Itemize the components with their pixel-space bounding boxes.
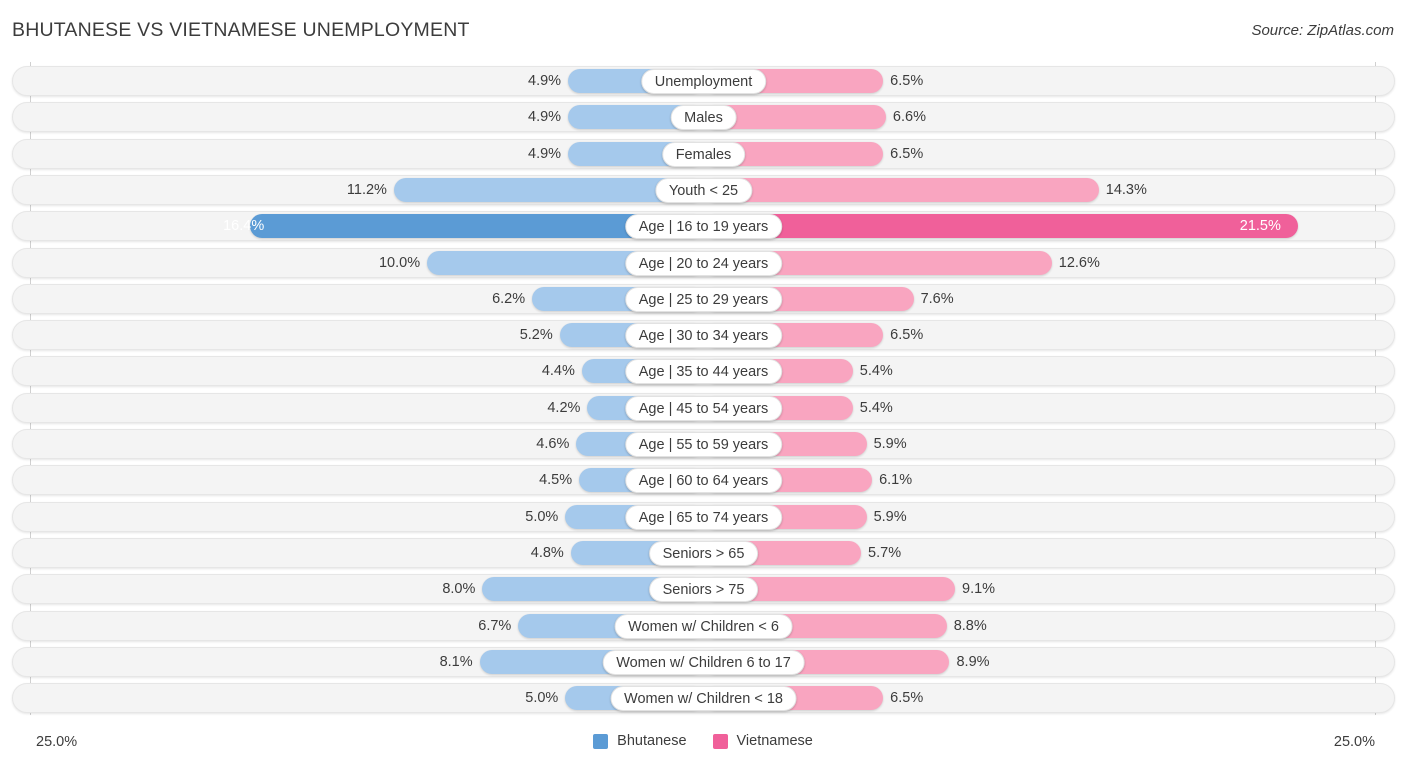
row-category-label: Age | 16 to 19 years (624, 214, 783, 240)
bar-value-vietnamese: 8.8% (953, 617, 987, 634)
row-category-label: Seniors > 65 (648, 540, 759, 566)
bar-value-bhutanese: 8.1% (439, 653, 473, 670)
row-category-label: Age | 60 to 64 years (624, 468, 783, 494)
legend-label-vietnamese: Vietnamese (736, 733, 813, 749)
bar-value-bhutanese: 5.0% (525, 508, 559, 525)
table-row[interactable]: 4.9% 6.5% Females (12, 138, 1395, 169)
bar-value-vietnamese: 6.5% (890, 327, 924, 344)
row-category-label: Females (661, 141, 746, 167)
table-row[interactable]: 4.8% 5.7% Seniors > 65 (12, 537, 1395, 568)
table-row[interactable]: 4.6% 5.9% Age | 55 to 59 years (12, 429, 1395, 459)
chart-header: BHUTANESE VS VIETNAMESE UNEMPLOYMENT Sou… (0, 0, 1406, 62)
bar-value-bhutanese: 4.6% (536, 436, 570, 452)
bar-value-bhutanese: 5.2% (519, 327, 553, 344)
bar-value-bhutanese: 16.4% (223, 218, 265, 235)
bar-value-bhutanese: 4.9% (528, 73, 562, 89)
bar-value-vietnamese: 6.5% (890, 73, 924, 89)
source-attribution: Source: ZipAtlas.com (1251, 22, 1394, 39)
row-category-label: Age | 20 to 24 years (624, 250, 783, 276)
bar-value-vietnamese: 9.1% (962, 581, 996, 598)
legend-label-bhutanese: Bhutanese (617, 733, 687, 749)
bar-value-bhutanese: 4.2% (547, 399, 581, 416)
bar-value-vietnamese: 5.4% (859, 363, 893, 380)
row-category-label: Age | 30 to 34 years (624, 323, 783, 349)
row-category-label: Age | 55 to 59 years (624, 432, 783, 457)
row-category-label: Women w/ Children < 18 (610, 686, 797, 712)
table-row[interactable]: 5.0% 5.9% Age | 65 to 74 years (12, 501, 1395, 532)
table-row[interactable]: 6.7% 8.8% Women w/ Children < 6 (12, 610, 1395, 641)
table-row[interactable]: 4.9% 6.5% Unemployment (12, 66, 1395, 96)
page-title: BHUTANESE VS VIETNAMESE UNEMPLOYMENT (12, 19, 470, 41)
bar-value-bhutanese: 6.7% (478, 617, 512, 634)
legend-item-bhutanese[interactable]: Bhutanese (593, 733, 687, 749)
bar-value-vietnamese: 5.7% (868, 544, 902, 561)
table-row[interactable]: 10.0% 12.6% Age | 20 to 24 years (12, 247, 1395, 278)
bar-value-bhutanese: 4.4% (541, 363, 575, 380)
bar-value-vietnamese: 6.5% (890, 690, 924, 707)
row-category-label: Unemployment (640, 69, 767, 94)
legend-swatch-bhutanese (593, 733, 609, 749)
row-category-label: Seniors > 75 (648, 577, 759, 603)
bar-value-bhutanese: 5.0% (525, 690, 559, 707)
row-category-label: Males (670, 105, 737, 131)
bar-value-bhutanese: 11.2% (346, 181, 387, 198)
bar-value-vietnamese: 6.1% (879, 472, 913, 489)
table-row[interactable]: 4.5% 6.1% Age | 60 to 64 years (12, 465, 1395, 496)
table-row[interactable]: 4.2% 5.4% Age | 45 to 54 years (12, 392, 1395, 423)
bar-value-vietnamese: 12.6% (1058, 254, 1100, 271)
bar-value-vietnamese: 6.5% (890, 145, 924, 162)
chart-footer: 25.0% Bhutanese Vietnamese 25.0% (0, 719, 1406, 757)
row-category-label: Age | 35 to 44 years (624, 359, 783, 385)
row-category-label: Age | 45 to 54 years (624, 395, 783, 421)
bar-value-bhutanese: 4.9% (528, 145, 562, 162)
row-category-label: Women w/ Children 6 to 17 (602, 649, 805, 675)
bar-value-vietnamese: 6.6% (892, 109, 926, 126)
bar-value-bhutanese: 6.2% (492, 290, 526, 307)
table-row[interactable]: 8.1% 8.9% Women w/ Children 6 to 17 (12, 646, 1395, 677)
bar-value-bhutanese: 4.8% (530, 544, 564, 561)
bar-value-bhutanese: 10.0% (378, 254, 421, 271)
bar-value-bhutanese: 4.5% (539, 472, 573, 489)
bar-value-vietnamese: 7.6% (920, 290, 954, 307)
row-category-label: Age | 65 to 74 years (624, 504, 783, 530)
bar-value-vietnamese: 5.9% (873, 508, 907, 525)
table-row[interactable]: 8.0% 9.1% Seniors > 75 (12, 574, 1395, 605)
chart-legend: Bhutanese Vietnamese (0, 733, 1406, 749)
bar-value-vietnamese: 14.3% (1105, 181, 1147, 198)
row-category-label: Age | 25 to 29 years (624, 286, 783, 312)
axis-max-right-label: 25.0% (1333, 734, 1375, 750)
bar-value-bhutanese: 8.0% (442, 581, 476, 598)
bar-value-vietnamese: 21.5% (1239, 218, 1281, 235)
chart-page: BHUTANESE VS VIETNAMESE UNEMPLOYMENT Sou… (0, 0, 1406, 757)
bar-value-bhutanese: 4.9% (528, 109, 562, 126)
table-row[interactable]: 4.9% 6.6% Males (12, 102, 1395, 133)
bar-value-vietnamese: 8.9% (956, 653, 990, 670)
bar-vietnamese[interactable] (703, 214, 1298, 239)
table-row[interactable]: 16.4% 21.5% Age | 16 to 19 years (12, 211, 1395, 242)
bar-vietnamese[interactable] (703, 177, 1099, 202)
legend-swatch-vietnamese (712, 733, 728, 749)
table-row[interactable]: 6.2% 7.6% Age | 25 to 29 years (12, 283, 1395, 314)
table-row[interactable]: 5.2% 6.5% Age | 30 to 34 years (12, 320, 1395, 351)
bar-value-vietnamese: 5.4% (859, 399, 893, 416)
bar-value-vietnamese: 5.9% (873, 436, 907, 452)
table-row[interactable]: 11.2% 14.3% Youth < 25 (12, 174, 1395, 205)
legend-item-vietnamese[interactable]: Vietnamese (712, 733, 813, 749)
row-category-label: Women w/ Children < 6 (614, 613, 793, 639)
row-category-label: Youth < 25 (654, 177, 753, 203)
chart-plot-area: 4.9% 6.5% Unemployment 4.9% 6.6% Males 4.9% 6.5… (0, 62, 1406, 719)
table-row[interactable]: 5.0% 6.5% Women w/ Children < 18 (12, 683, 1395, 714)
table-row[interactable]: 4.4% 5.4% Age | 35 to 44 years (12, 356, 1395, 387)
